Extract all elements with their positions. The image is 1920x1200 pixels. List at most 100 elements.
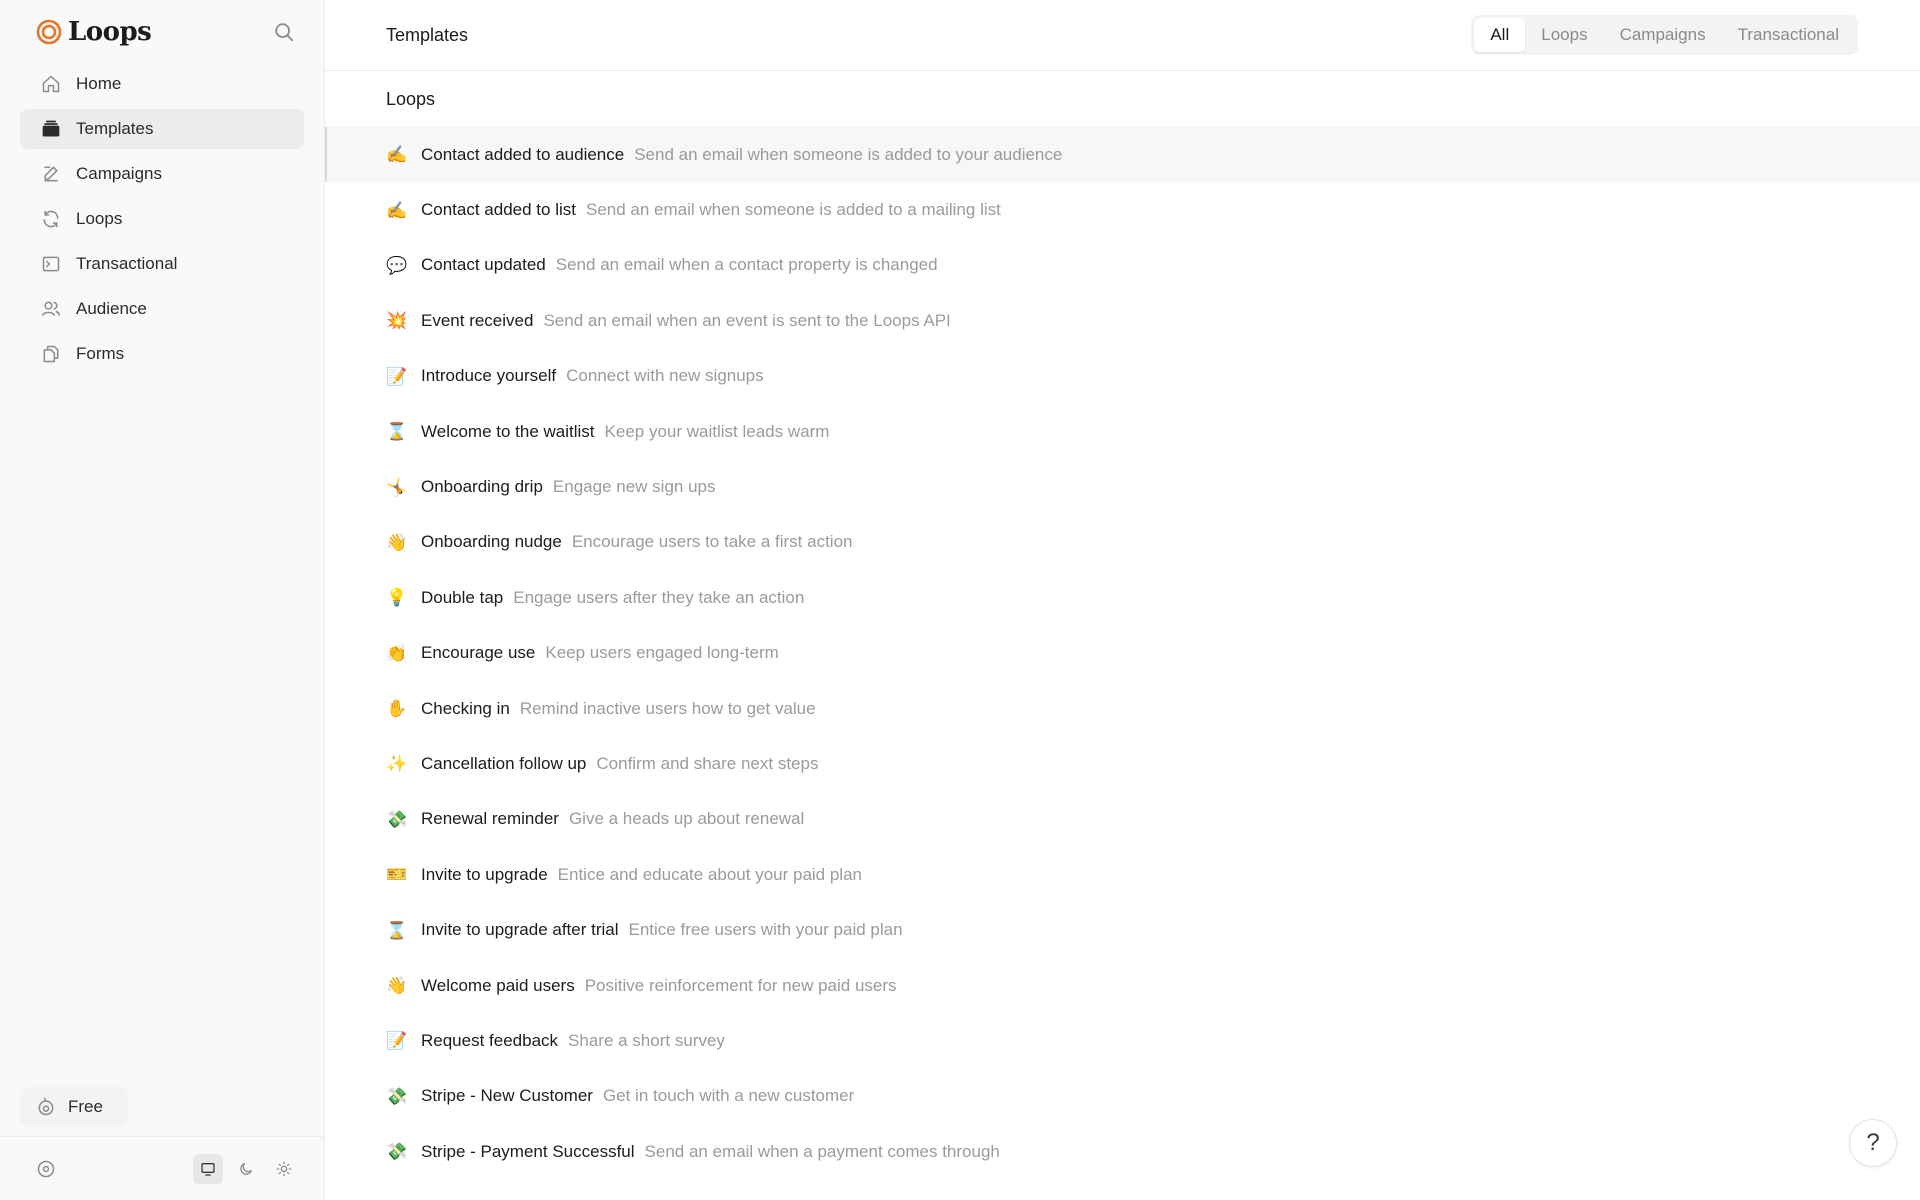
template-row[interactable]: 👋 Onboarding nudge Encourage users to take…	[325, 515, 1920, 570]
template-description: Send an email when a payment comes throu…	[644, 1141, 1000, 1161]
theme-system-button[interactable]	[193, 1153, 223, 1184]
template-row[interactable]: ✍️ Contact added to list Send an email whe…	[325, 182, 1920, 237]
template-row[interactable]: ✍️ Contact added to audience Send an email…	[325, 127, 1920, 183]
template-emoji-icon: 🤸	[386, 477, 408, 497]
template-emoji-icon: 📝	[386, 1031, 408, 1051]
template-emoji-icon: 💸	[386, 1086, 408, 1106]
template-description: Keep your waitlist leads warm	[604, 421, 830, 441]
sidebar-item-label: Templates	[76, 119, 154, 138]
template-emoji-icon: 💡	[386, 588, 408, 608]
templates-icon	[40, 118, 62, 140]
template-name: Introduce yourself	[421, 366, 557, 386]
template-emoji-icon: ✍️	[386, 145, 408, 165]
template-emoji-icon: ⌛	[386, 920, 408, 940]
sidebar-item-audience[interactable]: Audience	[20, 289, 304, 329]
sidebar-item-loops[interactable]: Loops	[20, 199, 304, 239]
template-description: Encourage users to take a first action	[571, 532, 853, 552]
template-row[interactable]: 💥 Event received Send an email when an eve…	[325, 293, 1920, 348]
pencil-icon	[40, 163, 62, 185]
search-icon	[275, 23, 294, 42]
sidebar-footer	[0, 1136, 325, 1200]
sidebar-nav: Home Templates Campaigns Loops Transacti…	[0, 64, 324, 374]
logo[interactable]: Loops	[36, 17, 152, 47]
template-name: Invite to upgrade	[421, 864, 548, 884]
sidebar-item-label: Loops	[76, 209, 123, 228]
template-description: Send an email when a contact property is…	[555, 255, 938, 275]
template-name: Welcome to the waitlist	[421, 421, 595, 441]
template-row[interactable]: ⌛ Invite to upgrade after trial Entice fre…	[325, 902, 1920, 957]
tab-loops[interactable]: Loops	[1525, 18, 1603, 52]
monitor-icon	[201, 1162, 215, 1176]
theme-light-button[interactable]	[269, 1154, 299, 1184]
template-row[interactable]: 👋 Welcome paid users Positive reinforcemen…	[325, 958, 1920, 1013]
template-description: Send an email when an event is sent to t…	[543, 310, 951, 330]
section-title: Loops	[386, 89, 436, 109]
sidebar-item-home[interactable]: Home	[20, 64, 304, 104]
template-emoji-icon: ✨	[386, 754, 408, 774]
sidebar-item-templates[interactable]: Templates	[20, 109, 304, 149]
sidebar-item-label: Home	[76, 74, 122, 93]
template-row[interactable]: ✋ Checking in Remind inactive users how to…	[325, 681, 1920, 736]
template-row[interactable]: 💸 Stripe - Payment Successful Send an emai…	[325, 1124, 1920, 1179]
flame-icon	[38, 1097, 54, 1116]
template-row[interactable]: 🎫 Invite to upgrade Entice and educate abo…	[325, 847, 1920, 902]
home-icon	[40, 73, 62, 95]
template-emoji-icon: ✍️	[386, 200, 408, 220]
sidebar-item-forms[interactable]: Forms	[20, 334, 304, 374]
template-description: Confirm and share next steps	[596, 753, 819, 773]
template-description: Entice free users with your paid plan	[628, 920, 903, 940]
main-content: Templates All Loops Campaigns Transactio…	[325, 0, 1920, 1200]
template-name: Contact added to audience	[421, 144, 625, 164]
template-emoji-icon: 👏	[386, 643, 408, 663]
template-name: Cancellation follow up	[421, 753, 587, 773]
search-button[interactable]	[264, 12, 304, 52]
template-row[interactable]: 📝 Request feedback Share a short survey	[325, 1013, 1920, 1068]
tab-transactional[interactable]: Transactional	[1722, 18, 1855, 52]
template-description: Send an email when someone is added to y…	[634, 144, 1063, 164]
sidebar-item-label: Transactional	[76, 254, 178, 273]
template-row[interactable]: 💸 Stripe - New Customer Get in touch with …	[325, 1069, 1920, 1124]
sidebar: Loops Home Templates Campaigns Loops Tra…	[0, 0, 325, 1200]
template-emoji-icon: 👋	[386, 976, 408, 996]
template-name: Event received	[421, 310, 534, 330]
template-description: Give a heads up about renewal	[568, 809, 805, 829]
template-name: Invite to upgrade after trial	[421, 920, 619, 940]
plan-button[interactable]: Free	[20, 1087, 128, 1127]
sidebar-item-transactional[interactable]: Transactional	[20, 244, 304, 284]
template-emoji-icon: ⌛	[386, 422, 408, 442]
template-row[interactable]: 💬 Contact updated Send an email when a con…	[325, 238, 1920, 293]
sidebar-item-label: Audience	[76, 299, 147, 318]
template-name: Contact added to list	[421, 200, 576, 220]
template-name: Checking in	[421, 698, 510, 718]
template-description: Remind inactive users how to get value	[519, 698, 816, 718]
template-description: Engage users after they take an action	[513, 587, 805, 607]
template-emoji-icon: 💥	[386, 311, 408, 331]
template-description: Keep users engaged long-term	[545, 643, 779, 663]
template-row[interactable]: 🤸 Onboarding drip Engage new sign ups	[325, 459, 1920, 514]
terminal-icon	[40, 253, 62, 275]
template-description: Send an email when someone is added to a…	[585, 200, 1001, 220]
template-description: Positive reinforcement for new paid user…	[584, 975, 897, 995]
filter-tabs: All Loops Campaigns Transactional	[1471, 15, 1858, 55]
template-emoji-icon: 💸	[386, 1142, 408, 1162]
question-mark-icon: ?	[1866, 1129, 1880, 1156]
tab-campaigns[interactable]: Campaigns	[1604, 18, 1722, 52]
template-row[interactable]: ✨ Cancellation follow up Confirm and share…	[325, 736, 1920, 791]
template-row[interactable]: ⌛ Welcome to the waitlist Keep your waitli…	[325, 404, 1920, 459]
template-row[interactable]: 📝 Introduce yourself Connect with new sign…	[325, 349, 1920, 404]
settings-icon[interactable]	[36, 1159, 56, 1179]
template-row[interactable]: 👏 Encourage use Keep users engaged long-te…	[325, 626, 1920, 681]
help-button[interactable]: ?	[1849, 1119, 1897, 1167]
sidebar-item-label: Forms	[76, 344, 125, 363]
template-name: Onboarding nudge	[421, 532, 562, 552]
template-row[interactable]: 💡 Double tap Engage users after they take …	[325, 570, 1920, 625]
tab-all[interactable]: All	[1474, 18, 1526, 52]
copy-icon	[40, 343, 62, 365]
sidebar-item-campaigns[interactable]: Campaigns	[20, 154, 304, 194]
theme-dark-button[interactable]	[231, 1154, 261, 1184]
template-name: Stripe - New Customer	[421, 1086, 593, 1106]
template-row[interactable]: 💸 Renewal reminder Give a heads up about r…	[325, 792, 1920, 847]
template-list: ✍️ Contact added to audience Send an email…	[325, 127, 1920, 1179]
template-name: Renewal reminder	[421, 809, 559, 829]
theme-switcher	[193, 1153, 299, 1184]
